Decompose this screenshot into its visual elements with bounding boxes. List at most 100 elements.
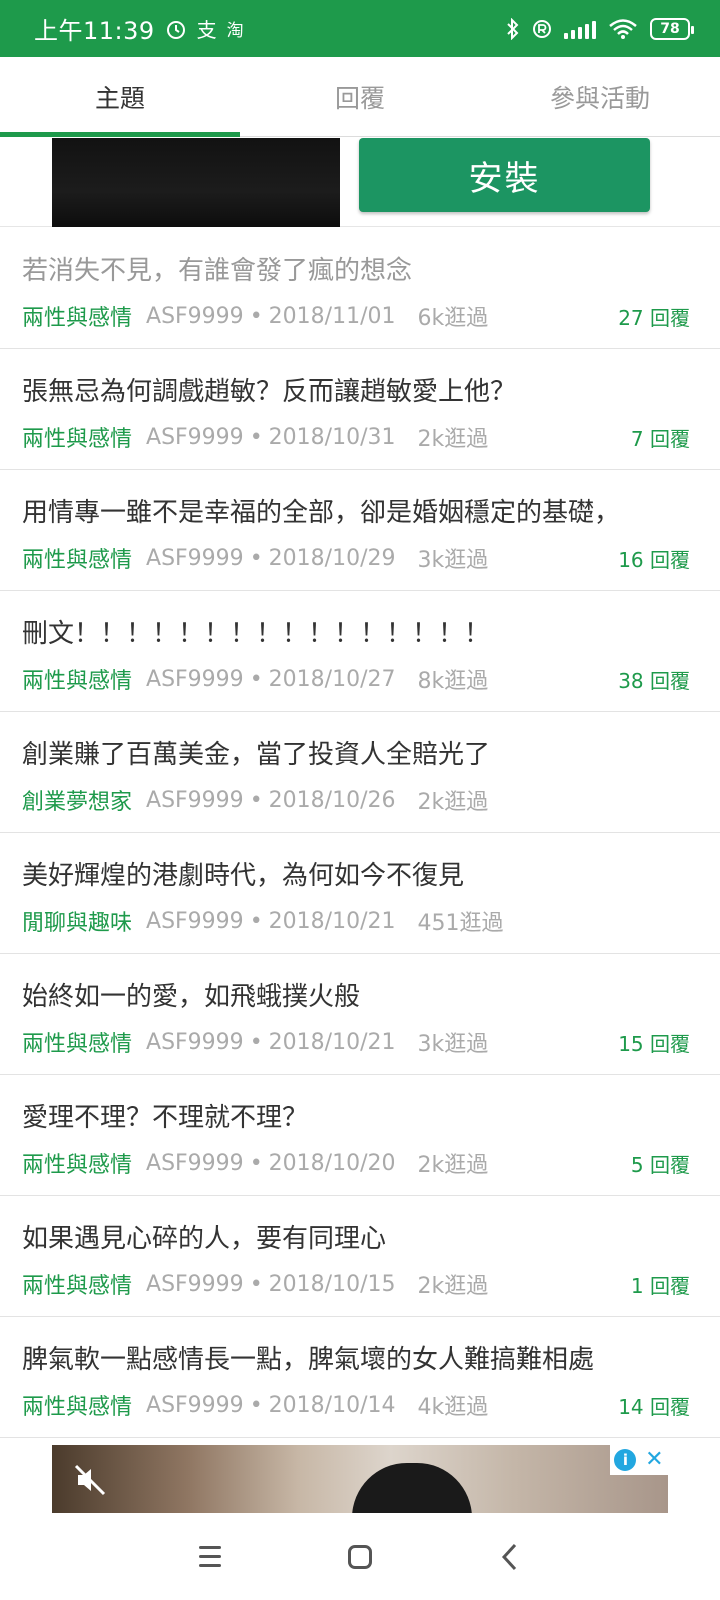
list-item[interactable]: 如果遇見心碎的人，要有同理心 兩性與感情 ASF9999 • 2018/10/1… <box>0 1196 720 1317</box>
post-category[interactable]: 兩性與感情 <box>22 1147 132 1179</box>
home-button[interactable] <box>285 1544 435 1569</box>
back-button[interactable] <box>435 1542 585 1572</box>
registered-icon <box>532 19 552 39</box>
post-views: 2k逛過 <box>417 1274 489 1299</box>
status-time: 上午11:39 <box>34 17 155 45</box>
list-item[interactable]: 脾氣軟一點感情長一點，脾氣壞的女人難搞難相處 兩性與感情 ASF9999 • 2… <box>0 1317 720 1438</box>
post-meta: 兩性與感情 ASF9999 • 2018/10/20 2k逛過 5 回覆 <box>22 1147 690 1179</box>
post-meta: 兩性與感情 ASF9999 • 2018/10/31 2k逛過 7 回覆 <box>22 421 690 453</box>
wifi-icon <box>608 18 638 40</box>
separator-dot: • <box>249 666 263 692</box>
post-views: 451逛過 <box>417 911 504 936</box>
ad-choices: i ✕ <box>610 1445 668 1475</box>
list-item[interactable]: 創業賺了百萬美金，當了投資人全賠光了 創業夢想家 ASF9999 • 2018/… <box>0 712 720 833</box>
post-meta: 兩性與感情 ASF9999 • 2018/11/01 6k逛過 27 回覆 <box>22 300 690 332</box>
post-title: 始終如一的愛，如飛蛾撲火般 <box>22 982 361 1012</box>
list-item[interactable]: 始終如一的愛，如飛蛾撲火般 兩性與感情 ASF9999 • 2018/10/21… <box>0 954 720 1075</box>
post-author: ASF9999 <box>146 666 244 692</box>
tab-bar: 主題 回覆 參與活動 <box>0 57 720 137</box>
menu-icon <box>199 1546 221 1567</box>
post-date: 2018/10/20 <box>268 1150 396 1176</box>
taobao-icon: 淘 <box>226 21 244 41</box>
alarm-icon <box>165 18 187 40</box>
post-author: ASF9999 <box>146 908 244 934</box>
post-views: 4k逛過 <box>417 1395 489 1420</box>
post-replies: 27 回覆 <box>618 305 690 330</box>
post-category[interactable]: 兩性與感情 <box>22 1389 132 1421</box>
separator-dot: • <box>249 545 263 571</box>
post-category[interactable]: 兩性與感情 <box>22 542 132 574</box>
post-views: 8k逛過 <box>417 669 489 694</box>
home-icon <box>348 1544 372 1569</box>
post-meta: 兩性與感情 ASF9999 • 2018/10/15 2k逛過 1 回覆 <box>22 1268 690 1300</box>
post-date: 2018/11/01 <box>268 303 396 329</box>
ad-banner-bottom[interactable]: i ✕ <box>52 1445 668 1513</box>
list-item[interactable]: 刪文！！！！！！！！！！！！！！！！ 兩性與感情 ASF9999 • 2018/… <box>0 591 720 712</box>
post-views: 2k逛過 <box>417 790 489 815</box>
ad-close-icon[interactable]: ✕ <box>645 1449 663 1471</box>
status-right: 78 <box>506 17 694 40</box>
post-date: 2018/10/27 <box>268 666 396 692</box>
post-replies: 16 回覆 <box>618 547 690 572</box>
post-category[interactable]: 兩性與感情 <box>22 1268 132 1300</box>
post-title: 如果遇見心碎的人，要有同理心 <box>22 1224 387 1254</box>
separator-dot: • <box>249 908 263 934</box>
system-nav-bar <box>0 1513 720 1600</box>
list-item[interactable]: 張無忌為何調戲趙敏？反而讓趙敏愛上他？ 兩性與感情 ASF9999 • 2018… <box>0 349 720 470</box>
list-item[interactable]: 若消失不見，有誰會發了瘋的想念 兩性與感情 ASF9999 • 2018/11/… <box>0 228 720 349</box>
post-title: 若消失不見，有誰會發了瘋的想念 <box>22 256 413 286</box>
ad-image-figure <box>352 1463 472 1513</box>
post-views: 6k逛過 <box>417 306 489 331</box>
post-views: 3k逛過 <box>417 548 489 573</box>
post-category[interactable]: 兩性與感情 <box>22 300 132 332</box>
post-author: ASF9999 <box>146 787 244 813</box>
post-author: ASF9999 <box>146 1150 244 1176</box>
post-date: 2018/10/29 <box>268 545 396 571</box>
list-item[interactable]: 美好輝煌的港劇時代，為何如今不復見 閒聊與趣味 ASF9999 • 2018/1… <box>0 833 720 954</box>
menu-button[interactable] <box>135 1546 285 1567</box>
mute-icon[interactable] <box>70 1460 110 1500</box>
post-title: 創業賺了百萬美金，當了投資人全賠光了 <box>22 740 491 770</box>
status-left: 上午11:39 支 淘 <box>34 11 244 46</box>
post-date: 2018/10/21 <box>268 908 396 934</box>
separator-dot: • <box>249 1392 263 1418</box>
tab-replies[interactable]: 回覆 <box>240 57 480 136</box>
post-list: 若消失不見，有誰會發了瘋的想念 兩性與感情 ASF9999 • 2018/11/… <box>0 228 720 1438</box>
post-author: ASF9999 <box>146 1271 244 1297</box>
post-date: 2018/10/26 <box>268 787 396 813</box>
post-meta: 兩性與感情 ASF9999 • 2018/10/21 3k逛過 15 回覆 <box>22 1026 690 1058</box>
post-category[interactable]: 閒聊與趣味 <box>22 905 132 937</box>
post-category[interactable]: 兩性與感情 <box>22 663 132 695</box>
post-author: ASF9999 <box>146 303 244 329</box>
tab-activities[interactable]: 參與活動 <box>480 57 720 136</box>
post-category[interactable]: 創業夢想家 <box>22 784 132 816</box>
battery-indicator: 78 <box>650 17 694 40</box>
list-item[interactable]: 愛理不理？不理就不理？ 兩性與感情 ASF9999 • 2018/10/20 2… <box>0 1075 720 1196</box>
back-icon <box>501 1543 517 1570</box>
post-category[interactable]: 兩性與感情 <box>22 1026 132 1058</box>
post-category[interactable]: 兩性與感情 <box>22 421 132 453</box>
post-meta: 兩性與感情 ASF9999 • 2018/10/29 3k逛過 16 回覆 <box>22 542 690 574</box>
ad-info-icon[interactable]: i <box>614 1449 637 1471</box>
list-item[interactable]: 用情專一雖不是幸福的全部，卻是婚姻穩定的基礎， 兩性與感情 ASF9999 • … <box>0 470 720 591</box>
install-button[interactable]: 安裝 <box>359 138 650 212</box>
post-views: 3k逛過 <box>417 1032 489 1057</box>
post-author: ASF9999 <box>146 1029 244 1055</box>
post-views: 2k逛過 <box>417 427 489 452</box>
post-date: 2018/10/14 <box>268 1392 396 1418</box>
signal-icon <box>564 19 596 39</box>
tab-topics[interactable]: 主題 <box>0 57 240 137</box>
separator-dot: • <box>249 303 263 329</box>
post-title: 張無忌為何調戲趙敏？反而讓趙敏愛上他？ <box>22 377 517 407</box>
post-date: 2018/10/21 <box>268 1029 396 1055</box>
post-replies: 38 回覆 <box>618 668 690 693</box>
ad-banner-top: 安裝 <box>0 138 720 227</box>
post-author: ASF9999 <box>146 545 244 571</box>
post-replies: 7 回覆 <box>630 426 690 451</box>
post-replies: 15 回覆 <box>618 1031 690 1056</box>
post-title: 美好輝煌的港劇時代，為何如今不復見 <box>22 861 465 891</box>
post-title: 刪文！！！！！！！！！！！！！！！！ <box>22 619 491 649</box>
ad-image[interactable] <box>52 138 340 227</box>
status-bar: 上午11:39 支 淘 78 <box>0 0 720 57</box>
post-views: 2k逛過 <box>417 1153 489 1178</box>
